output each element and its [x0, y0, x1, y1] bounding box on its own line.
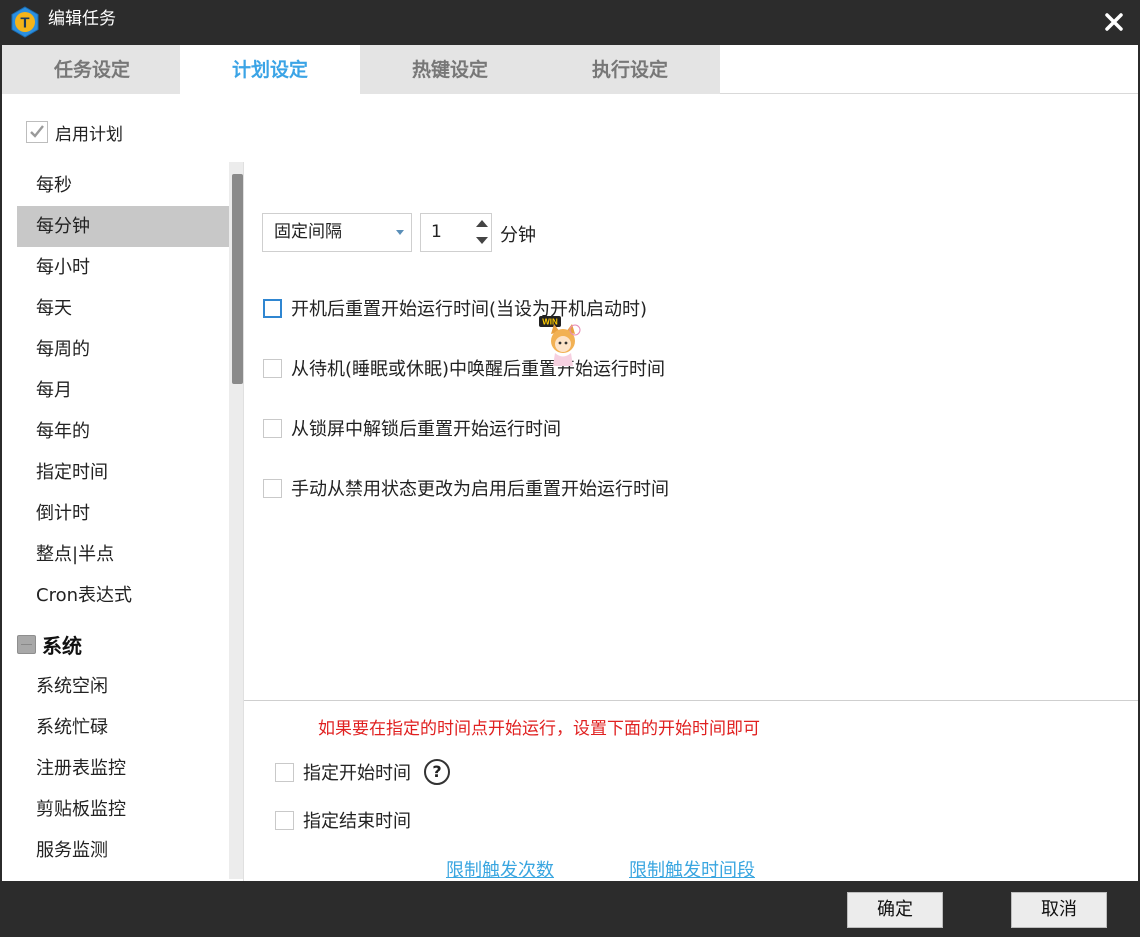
tab-schedule-settings[interactable]: 计划设定: [180, 45, 360, 94]
tab-execution-settings[interactable]: 执行设定: [540, 45, 720, 94]
ok-button[interactable]: 确定: [847, 892, 943, 928]
sidebar-item-clipboard-monitor[interactable]: 剪贴板监控: [17, 789, 231, 830]
close-icon[interactable]: [1102, 10, 1126, 34]
sidebar-scrollbar[interactable]: [229, 162, 243, 879]
option-reset-after-boot[interactable]: 开机后重置开始运行时间(当设为开机启动时): [263, 296, 647, 320]
start-time-hint: 如果要在指定的时间点开始运行，设置下面的开始时间即可: [318, 719, 760, 739]
section-divider: [244, 700, 1138, 701]
vertical-divider: [243, 162, 244, 881]
group-system-label: 系统: [42, 634, 82, 658]
cancel-button[interactable]: 取消: [1011, 892, 1107, 928]
spin-down-icon[interactable]: [476, 237, 488, 244]
option-label: 从待机(睡眠或休眠)中唤醒后重置开始运行时间: [291, 359, 666, 380]
limit-trigger-count-link[interactable]: 限制触发次数: [446, 856, 554, 882]
option-label: 开机后重置开始运行时间(当设为开机启动时): [291, 299, 648, 320]
tab-bar: 任务设定 计划设定 热键设定 执行设定: [2, 45, 1138, 94]
checkbox[interactable]: [263, 478, 282, 498]
mascot-badge: WIN: [542, 318, 558, 327]
collapse-icon[interactable]: [17, 635, 36, 654]
sidebar-item-service-monitor[interactable]: 服务监测: [17, 830, 231, 871]
sidebar-item-every-hour[interactable]: 每小时: [17, 247, 231, 288]
sidebar-item-system-busy[interactable]: 系统忙碌: [17, 707, 231, 748]
interval-mode-value: 固定间隔: [274, 222, 342, 242]
sidebar-item-cron[interactable]: Cron表达式: [17, 575, 231, 616]
option-reset-after-wake[interactable]: 从待机(睡眠或休眠)中唤醒后重置开始运行时间: [263, 356, 665, 380]
option-label: 指定结束时间: [303, 811, 411, 832]
sidebar-item-yearly[interactable]: 每年的: [17, 411, 231, 452]
spin-up-icon[interactable]: [476, 220, 488, 227]
sidebar-item-system-idle[interactable]: 系统空闲: [17, 666, 231, 707]
option-label: 从锁屏中解锁后重置开始运行时间: [291, 419, 561, 440]
mascot-sticker-icon: WIN: [539, 316, 581, 366]
checkbox[interactable]: [275, 810, 294, 830]
sidebar-item-every-second[interactable]: 每秒: [17, 165, 231, 206]
check-icon: [30, 125, 44, 138]
interval-value: 1: [431, 222, 442, 242]
option-specify-start-time[interactable]: 指定开始时间 ?: [275, 759, 450, 785]
checkbox[interactable]: [263, 418, 282, 438]
option-reset-after-enable[interactable]: 手动从禁用状态更改为启用后重置开始运行时间: [263, 476, 669, 500]
enable-plan-label: 启用计划: [55, 124, 123, 145]
dropdown-arrow-icon: [396, 230, 404, 235]
sidebar-item-every-day[interactable]: 每天: [17, 288, 231, 329]
limit-trigger-period-link[interactable]: 限制触发时间段: [629, 856, 755, 882]
app-logo-icon: T: [11, 6, 39, 38]
checkbox[interactable]: [275, 762, 294, 782]
help-icon[interactable]: ?: [424, 759, 450, 785]
option-specify-end-time[interactable]: 指定结束时间: [275, 808, 411, 832]
group-system[interactable]: 系统: [17, 624, 82, 665]
interval-value-spinner[interactable]: 1: [420, 213, 492, 252]
checkbox[interactable]: [263, 358, 282, 378]
tab-hotkey-settings[interactable]: 热键设定: [360, 45, 540, 94]
interval-unit: 分钟: [500, 225, 536, 246]
schedule-type-list: 每秒 每分钟 每小时 每天 每周的 每月 每年的 指定时间 倒计时 整点|半点 …: [17, 162, 231, 881]
checkbox[interactable]: [263, 298, 282, 318]
svg-text:T: T: [20, 15, 29, 32]
checkbox[interactable]: [26, 121, 48, 143]
sidebar-item-specific-time[interactable]: 指定时间: [17, 452, 231, 493]
sidebar-item-weekly[interactable]: 每周的: [17, 329, 231, 370]
option-reset-after-unlock[interactable]: 从锁屏中解锁后重置开始运行时间: [263, 416, 561, 440]
window-title: 编辑任务: [48, 9, 116, 29]
sidebar-item-countdown[interactable]: 倒计时: [17, 493, 231, 534]
title-bar: T 编辑任务: [0, 0, 1140, 45]
schedule-panel: 启用计划 每秒 每分钟 每小时 每天 每周的 每月 每年的 指定时间 倒计时 整…: [2, 94, 1138, 881]
dialog-footer: 确定 取消: [0, 881, 1140, 937]
scrollbar-thumb[interactable]: [232, 174, 243, 384]
sidebar-item-registry-monitor[interactable]: 注册表监控: [17, 748, 231, 789]
sidebar-item-monthly[interactable]: 每月: [17, 370, 231, 411]
tab-task-settings[interactable]: 任务设定: [2, 45, 182, 94]
option-label: 指定开始时间: [303, 763, 411, 784]
enable-plan-checkbox[interactable]: 启用计划: [26, 120, 123, 145]
option-label: 手动从禁用状态更改为启用后重置开始运行时间: [291, 479, 669, 500]
sidebar-item-hour-half[interactable]: 整点|半点: [17, 534, 231, 575]
sidebar-item-every-minute[interactable]: 每分钟: [17, 206, 231, 247]
interval-mode-select[interactable]: 固定间隔: [262, 213, 412, 252]
